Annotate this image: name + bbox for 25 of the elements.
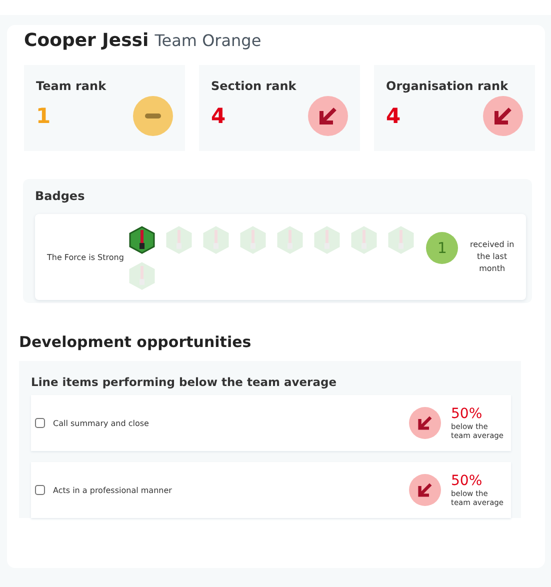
checkbox[interactable]: [35, 485, 45, 495]
badge-count: 1: [426, 232, 458, 264]
rank-value: 1: [36, 104, 51, 128]
team-name: Team Orange: [154, 31, 262, 50]
line-item-label: Acts in a professional manner: [53, 486, 173, 494]
section-title: Development opportunities: [19, 333, 252, 351]
person-name: Cooper Jessi: [24, 30, 149, 51]
rank-label: Section rank: [211, 79, 296, 93]
badges-title: Badges: [35, 189, 85, 203]
rank-label: Organisation rank: [386, 79, 508, 93]
rank-value: 4: [386, 104, 401, 128]
rank-label: Team rank: [36, 79, 106, 93]
badge-count-label: received in the last month: [468, 239, 516, 275]
panel-title: Line items performing below the team average: [31, 375, 337, 389]
badge-name: The Force is Strong: [47, 252, 125, 262]
arrow-down-left-icon: [483, 96, 523, 136]
percent-value: 50%: [451, 473, 484, 489]
percent-value: 50%: [451, 406, 484, 422]
arrow-down-left-icon: [409, 474, 441, 506]
arrow-down-left-icon: [409, 407, 441, 439]
line-item-label: Call summary and close: [53, 418, 150, 428]
rank-value: 4: [211, 104, 226, 128]
dash-icon: [133, 96, 173, 136]
checkbox[interactable]: [35, 418, 45, 428]
arrow-down-left-icon: [308, 96, 348, 136]
